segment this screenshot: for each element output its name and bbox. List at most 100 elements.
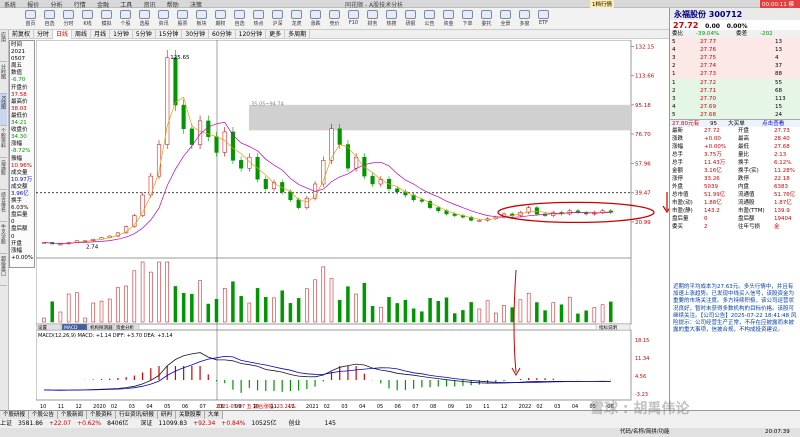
toolbar-button[interactable]: 自选 xyxy=(41,10,58,28)
toolbar-button[interactable]: 龙虎 xyxy=(288,10,305,28)
bottom-tab[interactable]: 个股资料 xyxy=(87,411,117,419)
period-tab[interactable]: 月线 xyxy=(91,30,111,39)
toolbar-button[interactable]: 热点 xyxy=(250,10,267,28)
volume-bar xyxy=(83,317,87,323)
bottom-tab[interactable]: 研判 xyxy=(157,411,176,419)
order-book-row[interactable]: 3 27.70 113 xyxy=(670,94,800,103)
bottom-tab[interactable]: 大单 xyxy=(204,411,223,419)
info-line: 37.58 xyxy=(11,91,27,98)
period-tab[interactable]: 30分钟 xyxy=(182,30,210,39)
volume-bar xyxy=(321,266,326,323)
toolbar-button[interactable]: 期权 xyxy=(212,10,229,28)
toolbar-button[interactable]: 自选 xyxy=(231,10,248,28)
volume-bar xyxy=(485,300,490,323)
candle-body xyxy=(304,197,309,208)
period-tab[interactable]: 1分钟 xyxy=(110,30,133,39)
period-tab[interactable]: 更多 xyxy=(266,30,286,39)
toolbar-button[interactable]: 分时 xyxy=(60,10,77,28)
bottom-tab[interactable]: 个股研报 xyxy=(0,411,30,419)
order-book-row[interactable]: 5 27.68 24 xyxy=(670,110,800,120)
left-nav-item[interactable]: 应用 xyxy=(0,30,7,62)
order-book-row[interactable]: 4 27.76 13 xyxy=(670,46,800,55)
toolbar-button[interactable]: 公告 xyxy=(421,10,438,28)
period-tab[interactable]: 日线 xyxy=(53,30,73,39)
period-tab[interactable]: 分时 xyxy=(34,30,54,39)
y-tick-label: 113.66 xyxy=(635,74,655,80)
level-index: 4 xyxy=(672,47,676,54)
period-tab[interactable]: 15分钟 xyxy=(156,30,183,39)
toolbar-button[interactable]: 涨跌 xyxy=(307,10,324,28)
period-tab[interactable]: 60分钟 xyxy=(209,30,236,39)
ticker-name: 上证 xyxy=(0,420,13,427)
index-ticker[interactable]: 深证 11099.83 +92.34 +0.84% 10525亿 xyxy=(140,420,282,427)
order-book-row[interactable]: 5 27.77 13 xyxy=(670,38,800,47)
order-book-row[interactable]: 2 27.71 68 xyxy=(670,86,800,95)
level-price: 27.72 xyxy=(700,79,717,86)
toolbar-button[interactable]: 模拟 xyxy=(98,10,115,28)
index-ticker[interactable]: 上证 3581.86 +22.07 +0.62% 8406亿 xyxy=(0,420,134,427)
toolbar-button[interactable]: 首页 xyxy=(22,10,39,28)
bottom-tab[interactable]: 个股公告 xyxy=(29,411,59,419)
volume-bar xyxy=(551,302,556,323)
info-line: 数值 xyxy=(11,70,23,77)
toolbar-button[interactable]: 多窗 xyxy=(516,10,533,28)
toolbar-button[interactable]: 财务 xyxy=(364,10,381,28)
period-tab[interactable]: 多周期 xyxy=(285,30,311,39)
toolbar-button-label: 全景 xyxy=(500,21,511,27)
toolbar-button[interactable]: 沪深 xyxy=(269,10,286,28)
ticker-chg: +22.07 xyxy=(48,420,72,427)
left-nav-item[interactable]: 自选股 xyxy=(0,158,7,190)
volume-bar xyxy=(296,298,301,323)
toolbar-button[interactable]: 竞价 xyxy=(326,10,343,28)
left-nav-item[interactable]: 分时图 xyxy=(0,62,7,94)
index-ticker[interactable]: 创业 145 xyxy=(288,420,341,427)
quote-level-badge[interactable]: 1档行情 xyxy=(590,0,614,8)
left-nav-item[interactable]: K线图 xyxy=(0,94,7,126)
bottom-tab[interactable]: 行业资讯/研报 xyxy=(116,411,158,419)
toolbar-button[interactable]: 选股 xyxy=(136,10,153,28)
left-nav-item[interactable]: 超级盘口 xyxy=(0,254,7,286)
toolbar-button[interactable]: 个股 xyxy=(117,10,134,28)
stock-chart-svg[interactable]: 132.15 113.66 95.18 76.70 57.96 39.47 20.99 35.… xyxy=(36,40,669,412)
toolbar-button[interactable]: 资金 xyxy=(440,10,457,28)
toolbar-button[interactable]: 资讯 xyxy=(155,10,172,28)
order-book-row[interactable]: 1 27.73 88 xyxy=(670,70,800,79)
period-tab[interactable]: 120分钟 xyxy=(236,30,267,39)
chart-area[interactable]: 132.15 113.66 95.18 76.70 57.96 39.47 20.99 35.… xyxy=(36,40,669,412)
volume-bar xyxy=(395,303,399,323)
toolbar-button[interactable]: 板块 xyxy=(193,10,210,28)
period-tab[interactable]: 前复权 xyxy=(9,30,35,39)
toolbar-icon xyxy=(519,10,530,19)
volume-bar xyxy=(132,270,137,323)
info-line: -6.70 xyxy=(11,77,26,84)
period-tab[interactable]: 5分钟 xyxy=(133,30,156,39)
stat-label: 市盈(动) xyxy=(672,200,693,207)
order-book-row[interactable]: 2 27.74 37 xyxy=(670,62,800,71)
toolbar-button[interactable]: K线 xyxy=(79,10,96,28)
toolbar-button[interactable]: ETF xyxy=(535,10,552,28)
big-order-row[interactable]: 27.80元有 95 大买单 点击查看 xyxy=(670,119,800,128)
period-tab[interactable]: 周线 xyxy=(72,30,92,39)
left-nav-item[interactable]: 综合排名 xyxy=(0,190,7,222)
toolbar-button[interactable]: 股票 xyxy=(174,10,191,28)
toolbar-icon xyxy=(443,10,454,19)
toolbar-button[interactable]: 委托 xyxy=(478,10,495,28)
stat-label: 市盈(静) xyxy=(672,208,693,215)
bottom-bar: 个股研报 个股公告 个股新闻 个股资料 行业资讯/研报 研判 关联股票 大单 上证 3581.8… xyxy=(0,401,800,437)
order-book-row[interactable]: 4 27.69 15 xyxy=(670,102,800,111)
order-book-row[interactable]: 1 27.72 55 xyxy=(670,78,800,87)
toolbar-button[interactable]: 下单 xyxy=(459,10,476,28)
volume-bar xyxy=(75,292,79,323)
toolbar-button[interactable]: F10 xyxy=(345,10,362,28)
bottom-tab[interactable]: 关联股票 xyxy=(175,411,205,419)
cursor-date-note: 2021-05-07 五 复合涨幅 -23.24% xyxy=(216,403,296,410)
volume-bar xyxy=(379,306,383,323)
toolbar-button[interactable]: 全景 xyxy=(497,10,514,28)
toolbar-icon xyxy=(424,10,435,19)
left-nav-item[interactable]: 个股资料 xyxy=(0,126,7,158)
left-nav-item[interactable]: 牛叉诊股 xyxy=(0,222,7,254)
toolbar-button[interactable]: 研报 xyxy=(402,10,419,28)
order-book-row[interactable]: 3 27.75 4 xyxy=(670,54,800,63)
bottom-tab[interactable]: 个股新闻 xyxy=(58,411,88,419)
toolbar-button[interactable]: 热搜 xyxy=(383,10,400,28)
